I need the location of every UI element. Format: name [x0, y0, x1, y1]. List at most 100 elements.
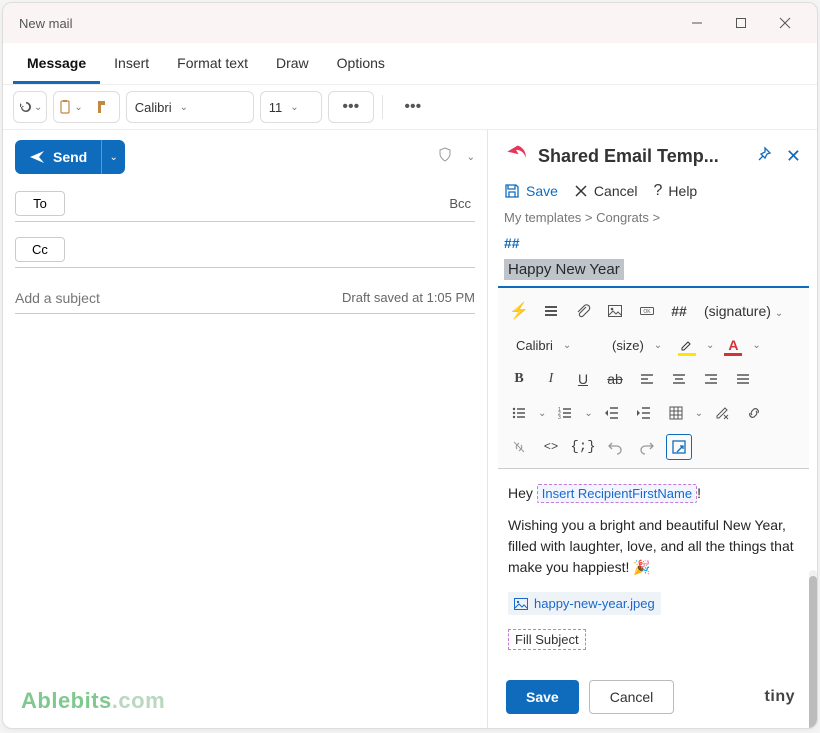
- undo-editor-button[interactable]: [602, 434, 628, 460]
- help-icon: ?: [654, 182, 663, 200]
- bcc-toggle[interactable]: Bcc: [445, 196, 475, 211]
- redo-editor-button[interactable]: [634, 434, 660, 460]
- greeting-excl: !: [697, 485, 701, 501]
- tab-insert[interactable]: Insert: [100, 47, 163, 84]
- panel-help-action[interactable]: ? Help: [654, 182, 698, 200]
- tab-format-text[interactable]: Format text: [163, 47, 262, 84]
- panel-actions: Save Cancel ? Help: [498, 176, 809, 200]
- cc-button[interactable]: Cc: [15, 237, 65, 262]
- draft-status: Draft saved at 1:05 PM: [342, 290, 475, 305]
- minimize-button[interactable]: [675, 9, 719, 37]
- align-right-button[interactable]: [698, 366, 724, 392]
- macro-recipient-firstname[interactable]: Insert RecipientFirstName: [537, 484, 697, 503]
- font-color-button[interactable]: A: [720, 332, 746, 358]
- panel-save-action[interactable]: Save: [504, 183, 558, 199]
- more-commands-button[interactable]: •••: [391, 92, 435, 122]
- font-size-value: 11: [269, 100, 283, 115]
- send-label: Send: [53, 149, 87, 165]
- footer-save-button[interactable]: Save: [506, 680, 579, 714]
- footer-cancel-button[interactable]: Cancel: [589, 680, 675, 714]
- fullscreen-button[interactable]: [666, 434, 692, 460]
- importance-dropdown[interactable]: ⌄: [467, 152, 475, 163]
- paste-button[interactable]: ⌄: [54, 92, 86, 122]
- subject-row: Draft saved at 1:05 PM: [15, 282, 475, 314]
- watermark-b: .com: [112, 688, 165, 713]
- align-center-button[interactable]: [666, 366, 692, 392]
- highlight-dropdown[interactable]: ⌄: [706, 340, 714, 351]
- strikethrough-button[interactable]: ab: [602, 366, 628, 392]
- send-button[interactable]: Send: [15, 140, 101, 174]
- panel-title: Shared Email Temp...: [538, 146, 748, 167]
- panel-save-label: Save: [526, 183, 558, 199]
- to-field: To Bcc: [15, 186, 475, 222]
- main-area: Send ⌄ ⌄ To Bcc Cc Draft save: [3, 130, 817, 728]
- breadcrumb[interactable]: My templates > Congrats >: [498, 200, 809, 233]
- image-icon[interactable]: [602, 298, 628, 324]
- cc-input[interactable]: [75, 242, 475, 257]
- underline-button[interactable]: U: [570, 366, 596, 392]
- panel-cancel-action[interactable]: Cancel: [574, 183, 638, 199]
- editor-body[interactable]: Hey Insert RecipientFirstName! Wishing y…: [498, 469, 809, 670]
- bold-button[interactable]: B: [506, 366, 532, 392]
- align-justify-button[interactable]: [730, 366, 756, 392]
- unlink-button[interactable]: [506, 434, 532, 460]
- maximize-button[interactable]: [719, 9, 763, 37]
- attachment-icon[interactable]: [570, 298, 596, 324]
- align-left-button[interactable]: [634, 366, 660, 392]
- button-icon[interactable]: OK: [634, 298, 660, 324]
- bullet-list-button[interactable]: [506, 400, 532, 426]
- undo-button[interactable]: ⌄: [14, 92, 46, 122]
- send-dropdown-button[interactable]: ⌄: [101, 140, 125, 174]
- bullet-dropdown[interactable]: ⌄: [538, 408, 546, 419]
- signature-select[interactable]: (signature) ⌄: [698, 303, 789, 319]
- clear-format-button[interactable]: [709, 400, 735, 426]
- font-name-value: Calibri: [135, 100, 172, 115]
- scrollbar-thumb[interactable]: [809, 576, 817, 728]
- format-painter-button[interactable]: [87, 92, 119, 122]
- editor-size-select[interactable]: (size)⌄: [602, 332, 668, 358]
- font-size-select[interactable]: 11 ⌄: [260, 91, 322, 123]
- table-button[interactable]: [663, 400, 689, 426]
- panel-close-button[interactable]: ✕: [780, 146, 807, 167]
- encryption-icon[interactable]: [437, 147, 453, 168]
- indent-button[interactable]: [631, 400, 657, 426]
- insert-field-icon[interactable]: [538, 298, 564, 324]
- image-icon: [514, 598, 528, 610]
- to-button[interactable]: To: [15, 191, 65, 216]
- watermark-a: Ablebits: [21, 688, 112, 713]
- subject-input[interactable]: [15, 290, 342, 306]
- font-color-dropdown[interactable]: ⌄: [752, 340, 760, 351]
- attachment-chip[interactable]: happy-new-year.jpeg: [508, 592, 661, 615]
- to-input[interactable]: [75, 196, 445, 211]
- close-button[interactable]: [763, 9, 807, 37]
- panel-header: Shared Email Temp... ✕: [498, 138, 809, 176]
- number-dropdown[interactable]: ⌄: [584, 408, 592, 419]
- outdent-button[interactable]: [599, 400, 625, 426]
- cc-field: Cc: [15, 232, 475, 268]
- table-dropdown[interactable]: ⌄: [695, 408, 703, 419]
- link-button[interactable]: [741, 400, 767, 426]
- highlight-color-button[interactable]: [674, 332, 700, 358]
- hashtag-icon[interactable]: ##: [666, 298, 692, 324]
- number-list-button[interactable]: 123: [552, 400, 578, 426]
- pin-icon[interactable]: [756, 146, 772, 167]
- panel-footer: Save Cancel tiny: [498, 670, 809, 718]
- template-name-input[interactable]: Happy New Year: [504, 259, 624, 280]
- source-code-button[interactable]: <>: [538, 434, 564, 460]
- save-icon: [504, 183, 520, 199]
- shortcut-hash[interactable]: ##: [498, 233, 809, 253]
- tab-draw[interactable]: Draw: [262, 47, 323, 84]
- more-formatting-button[interactable]: •••: [329, 92, 373, 122]
- scrollbar[interactable]: [809, 570, 817, 728]
- macros-icon[interactable]: ⚡: [506, 298, 532, 324]
- watermark-logo: Ablebits.com: [21, 688, 165, 714]
- tab-message[interactable]: Message: [13, 47, 100, 84]
- chevron-down-icon: ⌄: [290, 102, 298, 113]
- tab-options[interactable]: Options: [323, 47, 399, 84]
- editor-font-select[interactable]: Calibri⌄: [506, 332, 596, 358]
- italic-button[interactable]: I: [538, 366, 564, 392]
- font-name-select[interactable]: Calibri⌄: [126, 91, 254, 123]
- undo-group: ⌄: [13, 91, 47, 123]
- macro-fill-subject[interactable]: Fill Subject: [508, 629, 586, 650]
- code-sample-button[interactable]: {;}: [570, 434, 596, 460]
